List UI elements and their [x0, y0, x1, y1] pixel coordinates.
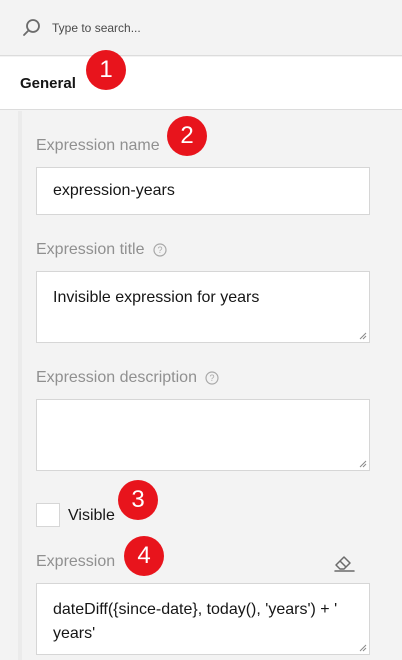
- annotation-badge-2: 2: [167, 116, 207, 156]
- expression-value: dateDiff({since-date}, today(), 'years')…: [53, 601, 338, 642]
- expression-description-label: Expression description: [36, 369, 197, 386]
- help-icon[interactable]: ?: [152, 243, 167, 257]
- eraser-icon[interactable]: [332, 551, 358, 573]
- annotation-badge-1: 1: [86, 50, 126, 90]
- svg-text:?: ?: [209, 373, 214, 383]
- resize-grip-icon[interactable]: [359, 644, 367, 652]
- expression-title-value: Invisible expression for years: [53, 289, 260, 306]
- help-icon[interactable]: ?: [205, 371, 219, 385]
- search-input[interactable]: [52, 18, 372, 38]
- search-icon: [23, 19, 40, 36]
- expression-title-label: Expression title: [36, 241, 145, 258]
- expression-description-label-row: Expression description?: [36, 369, 219, 387]
- expression-label: Expression: [36, 553, 116, 570]
- expression-textarea[interactable]: dateDiff({since-date}, today(), 'years')…: [36, 583, 370, 655]
- visible-checkbox[interactable]: [36, 503, 60, 527]
- expression-title-label-row: Expression title?: [36, 241, 167, 259]
- expression-name-input[interactable]: [36, 167, 370, 215]
- expression-title-textarea[interactable]: Invisible expression for years: [36, 271, 370, 343]
- annotation-badge-3: 3: [118, 480, 158, 520]
- expression-description-textarea[interactable]: [36, 399, 370, 471]
- resize-grip-icon[interactable]: [359, 332, 367, 340]
- tab-general-label: General: [20, 75, 76, 92]
- search-bar: [0, 0, 402, 56]
- resize-grip-icon[interactable]: [359, 460, 367, 468]
- properties-panel: Expression name Expression title? Invisi…: [0, 111, 402, 660]
- tab-general[interactable]: General: [0, 57, 402, 110]
- annotation-badge-4: 4: [124, 536, 164, 576]
- visible-label[interactable]: Visible: [68, 507, 115, 525]
- panel-divider: [18, 111, 22, 660]
- svg-text:?: ?: [157, 245, 162, 255]
- expression-name-label: Expression name: [36, 137, 160, 154]
